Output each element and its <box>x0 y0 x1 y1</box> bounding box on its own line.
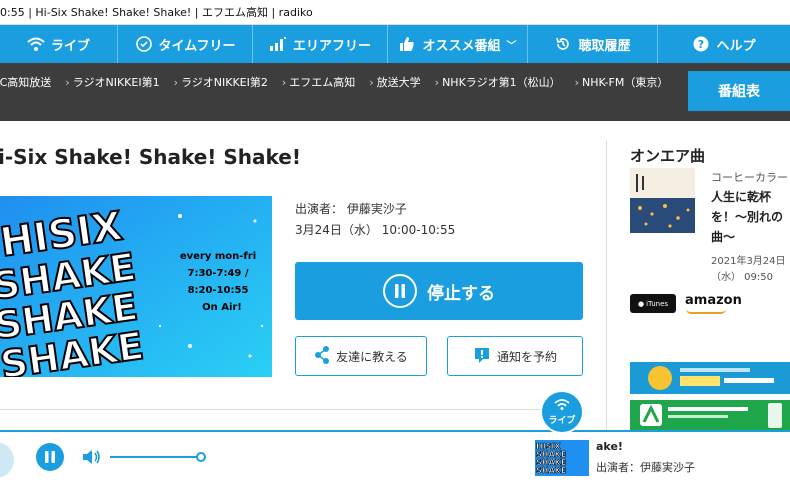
itunes-button[interactable]: ● iTunes <box>630 294 676 313</box>
thumbs-up-icon <box>398 35 416 53</box>
share-icon <box>314 345 330 367</box>
program-title: i-Six Shake! Shake! Shake! <box>0 145 301 169</box>
onair-artist: コーヒーカラー <box>711 171 788 184</box>
main-nav: ライブ タイムフリー エリアフリー オススメ番組 ﹀ 聴取履歴 ? ヘルプ <box>0 25 790 63</box>
share-button[interactable]: 友達に教える <box>295 336 427 376</box>
nav-history-label: 聴取履歴 <box>578 38 631 54</box>
nav-timefree[interactable]: タイムフリー <box>118 25 253 63</box>
divider <box>606 141 607 430</box>
nav-live[interactable]: ライブ <box>0 25 118 63</box>
amazon-button[interactable]: amazon <box>685 293 742 308</box>
timetable-button[interactable]: 番組表 <box>688 71 790 111</box>
station-list: KC高知放送 ラジオNIKKEI第1 ラジオNIKKEI第2 エフエム高知 放送… <box>0 63 675 101</box>
nav-help[interactable]: ? ヘルプ <box>658 25 790 63</box>
pause-icon <box>383 274 417 308</box>
nav-history[interactable]: 聴取履歴 <box>528 25 658 63</box>
help-icon: ? <box>692 35 710 53</box>
station-item[interactable]: 放送大学 <box>362 74 427 90</box>
schedule-text: 8:20-10:55 <box>188 285 249 296</box>
program-performer: 出演者： 伊藤実沙子 <box>295 202 407 216</box>
nav-recommend[interactable]: オススメ番組 ﹀ <box>388 25 528 63</box>
svg-text:?: ? <box>698 38 704 51</box>
ad-banner[interactable] <box>630 400 790 430</box>
volume-slider[interactable] <box>110 456 198 458</box>
player-bar: HISIX SHAKE SHAKE SHAKE ake! 出演者：伊藤実沙子 <box>0 430 790 480</box>
chevron-down-icon: ﹀ <box>506 40 517 52</box>
notification-icon <box>473 346 491 367</box>
signal-bars-icon <box>269 35 287 53</box>
wifi-icon <box>27 35 45 53</box>
program-datetime: 3月24日（水） 10:00-10:55 <box>295 223 456 237</box>
program-image: HISIX SHAKE SHAKE SHAKE every mon-fri 7:… <box>0 196 272 377</box>
volume-knob[interactable] <box>196 452 206 462</box>
history-icon <box>554 35 572 53</box>
station-item[interactable]: KC高知放送 <box>0 74 58 90</box>
onair-date-line: 2021年3月24日 <box>711 256 786 267</box>
station-bar: KC高知放送 ラジオNIKKEI第1 ラジオNIKKEI第2 エフエム高知 放送… <box>0 63 790 121</box>
program-thumbnail[interactable]: HISIX SHAKE SHAKE SHAKE <box>535 440 589 476</box>
nav-live-label: ライブ <box>50 38 90 54</box>
live-badge-label: ライブ <box>548 416 576 426</box>
schedule-text: 7:30-7:49 / <box>187 268 248 279</box>
onair-song[interactable]: 人生に乾杯を！～別れの曲～ <box>711 187 790 247</box>
station-item[interactable]: ラジオNIKKEI第2 <box>167 74 275 90</box>
notify-button-label: 通知を予約 <box>496 349 557 364</box>
nav-recommend-label: オススメ番組 <box>422 38 501 54</box>
schedule-text: every mon-fri <box>180 251 256 262</box>
nav-timefree-label: タイムフリー <box>158 38 236 54</box>
volume-icon[interactable] <box>82 448 102 470</box>
station-item[interactable]: ラジオNIKKEI第1 <box>58 74 166 90</box>
logo-text: SHAKE <box>536 466 566 475</box>
pause-button[interactable] <box>36 443 64 471</box>
pause-icon <box>45 451 55 463</box>
wifi-icon <box>554 398 570 413</box>
player-performer: 出演者：伊藤実沙子 <box>596 461 695 474</box>
nav-areafree[interactable]: エリアフリー <box>253 25 388 63</box>
apple-icon: ● <box>637 299 645 308</box>
amazon-smile-icon <box>686 309 726 314</box>
schedule-text: On Air! <box>202 302 242 313</box>
program-content: i-Six Shake! Shake! Shake! HISIX SHAKE S… <box>0 121 790 430</box>
nav-help-label: ヘルプ <box>716 38 756 54</box>
ad-banner[interactable] <box>630 362 790 394</box>
share-button-label: 友達に教える <box>336 349 408 364</box>
divider <box>0 409 583 410</box>
stop-button-label: 停止する <box>427 283 495 304</box>
clock-check-icon <box>135 35 153 53</box>
album-cover[interactable] <box>630 168 695 233</box>
onair-heading: オンエア曲 <box>630 147 706 165</box>
live-badge[interactable]: ライブ <box>540 390 584 434</box>
stop-button[interactable]: 停止する <box>295 262 583 320</box>
player-title: ake! <box>596 440 623 453</box>
onair-date-line: （水） 09:50 <box>711 272 773 283</box>
onair-date: 2021年3月24日 （水） 09:50 <box>711 254 790 286</box>
station-item[interactable]: エフエム高知 <box>275 74 362 90</box>
nav-areafree-label: エリアフリー <box>292 38 371 54</box>
window-title: 0:55 | Hi-Six Shake! Shake! Shake! | エフエ… <box>0 0 790 25</box>
itunes-label: iTunes <box>646 299 669 308</box>
play-icon[interactable] <box>0 442 14 478</box>
station-item[interactable]: NHK-FM（東京） <box>568 74 676 90</box>
notify-button[interactable]: 通知を予約 <box>447 336 583 376</box>
station-item[interactable]: NHKラジオ第1（松山） <box>428 74 568 90</box>
